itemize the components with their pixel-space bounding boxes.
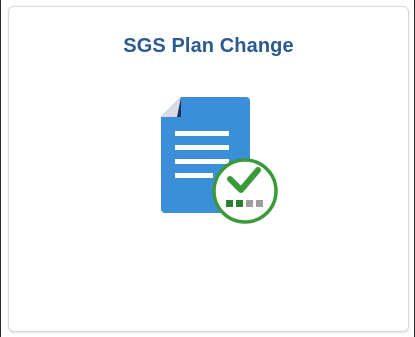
tile-title: SGS Plan Change [123,35,294,57]
document-line [175,173,213,178]
document-line [175,131,229,136]
progress-square [226,200,233,207]
document-line [175,159,229,164]
document-line [175,145,229,150]
progress-square [256,200,263,207]
progress-square [246,200,253,207]
sgs-plan-change-tile[interactable]: SGS Plan Change [8,6,409,332]
page-frame: SGS Plan Change [0,0,415,337]
check-badge-circle [212,158,278,224]
document-approved-icon [161,97,278,224]
progress-square [236,200,243,207]
